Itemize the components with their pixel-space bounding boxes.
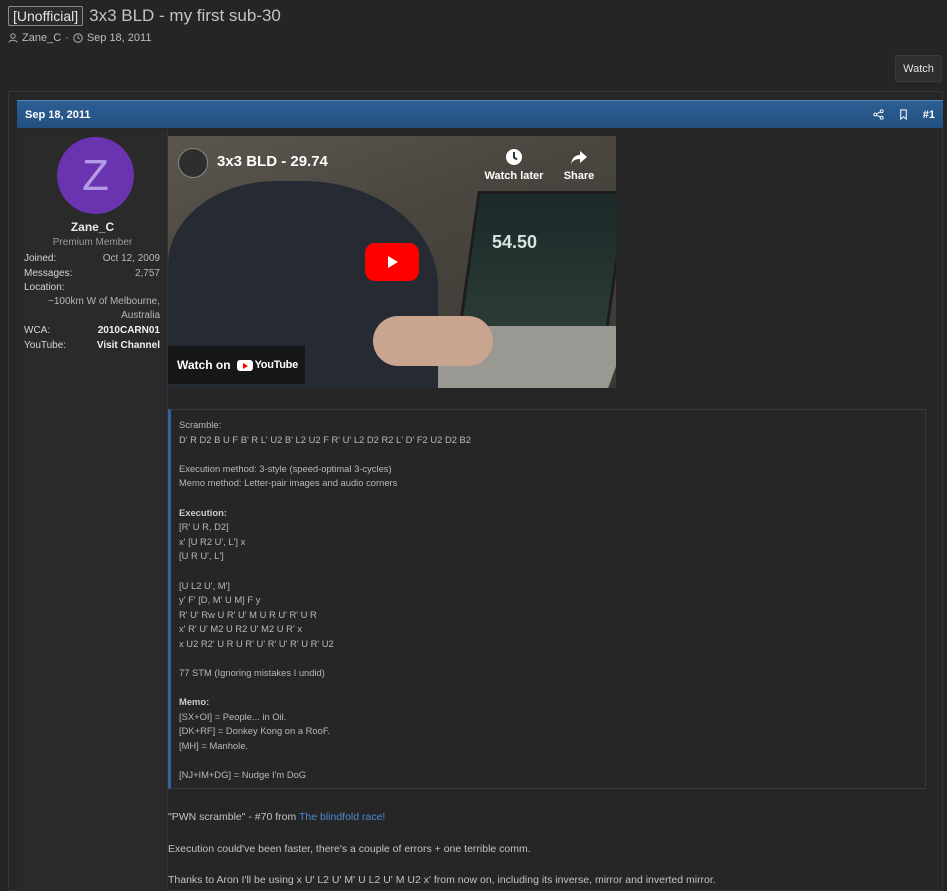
code-line: [MH] = Manhole. bbox=[179, 740, 249, 752]
video-title[interactable]: 3x3 BLD - 29.74 bbox=[217, 153, 328, 170]
code-line: x' [U R2 U', L'] x bbox=[179, 535, 246, 547]
bookmark-icon[interactable] bbox=[898, 109, 909, 120]
code-line: [U L2 U', M'] bbox=[179, 579, 230, 591]
code-line: [SX+OI] = People... in Oil. bbox=[179, 710, 287, 722]
location-line-2: Australia bbox=[121, 310, 160, 321]
user-icon bbox=[8, 33, 18, 43]
clock-icon bbox=[506, 149, 522, 165]
code-line: [R' U R, D2] bbox=[179, 521, 229, 533]
thread-title: 3x3 BLD - my first sub-30 bbox=[89, 6, 281, 25]
youtube-logo-icon: YouTube bbox=[236, 359, 299, 371]
play-icon bbox=[388, 256, 398, 268]
play-button[interactable] bbox=[365, 243, 419, 281]
watch-later-button[interactable]: Watch later bbox=[479, 148, 549, 182]
code-line: 77 STM (Ignoring mistakes I undid) bbox=[179, 667, 325, 679]
watch-button[interactable]: Watch bbox=[895, 55, 942, 82]
share-label: Share bbox=[563, 170, 595, 182]
watch-on-label: Watch on bbox=[177, 358, 231, 372]
stat-joined: Joined: Oct 12, 2009 bbox=[24, 253, 160, 264]
code-line: y' F' [D, M' U M] F y bbox=[179, 594, 261, 606]
share-arrow-icon bbox=[571, 151, 587, 164]
code-line: x' R' U' M2 U R2 U' M2 U R' x bbox=[179, 623, 303, 635]
share-video-button[interactable]: Share bbox=[544, 148, 614, 182]
thumbnail-laptop-screen bbox=[458, 191, 616, 331]
post-header: Sep 18, 2011 #1 bbox=[17, 100, 943, 128]
stat-wca: WCA: 2010CARN01 bbox=[24, 325, 160, 336]
code-line: [U R U', L'] bbox=[179, 550, 224, 562]
thread-meta: Zane_C · Sep 18, 2011 bbox=[8, 32, 151, 44]
username-link[interactable]: Zane_C bbox=[17, 220, 168, 234]
thumbnail-hands bbox=[373, 316, 493, 366]
stat-location: Location: bbox=[24, 282, 160, 293]
blindfold-race-link[interactable]: The blindfold race! bbox=[299, 811, 385, 823]
pwn-text: "PWN scramble" - #70 from bbox=[168, 811, 299, 823]
wca-id-value: 2010CARN01 bbox=[97, 325, 160, 336]
code-line: Memo method: Letter-pair images and audi… bbox=[179, 477, 398, 489]
thread-title-row: [Unofficial] 3x3 BLD - my first sub-30 bbox=[8, 6, 281, 26]
thumbnail-timer-readout: 54.50 bbox=[492, 232, 538, 252]
code-line: Scramble: bbox=[179, 419, 222, 430]
stat-youtube: YouTube: Visit Channel bbox=[24, 340, 160, 351]
watch-later-label: Watch later bbox=[484, 170, 544, 182]
stat-label: Messages: bbox=[24, 268, 73, 279]
body-paragraph-pwn: "PWN scramble" - #70 from The blindfold … bbox=[168, 811, 385, 823]
code-line: Memo: bbox=[179, 696, 210, 708]
youtube-embed[interactable]: 54.50 3x3 BLD - 29.74 Watch later Share … bbox=[168, 136, 616, 388]
stat-label: Location: bbox=[24, 282, 65, 293]
code-line: x U2 R2' U R U R' U' R' U' R' U R' U2 bbox=[179, 637, 334, 649]
location-line-1: ~100km W of Melbourne, bbox=[48, 296, 160, 307]
stat-label: YouTube: bbox=[24, 340, 67, 351]
stat-label: WCA: bbox=[24, 325, 51, 336]
clock-icon bbox=[73, 33, 83, 43]
stat-label: Joined: bbox=[24, 253, 57, 264]
code-line: [NJ+IM+DG] = Nudge I'm DoG bbox=[179, 769, 307, 781]
stat-messages: Messages: 2,757 bbox=[24, 268, 160, 279]
stat-value: Oct 12, 2009 bbox=[102, 253, 160, 264]
avatar[interactable]: Z bbox=[57, 137, 134, 214]
code-block: Scramble: D' R D2 B U F B' R L' U2 B' L2 … bbox=[168, 409, 926, 789]
thread-start-date[interactable]: Sep 18, 2011 bbox=[87, 32, 152, 44]
user-title: Premium Member bbox=[52, 237, 133, 248]
post-number-link[interactable]: #1 bbox=[923, 109, 935, 121]
code-line: D' R D2 B U F B' R L' U2 B' L2 U2 F R' U… bbox=[179, 433, 472, 445]
user-sidebar: Z Zane_C Premium Member Joined: Oct 12, … bbox=[17, 129, 168, 891]
post-actions: #1 bbox=[873, 109, 935, 121]
stat-value: 2,757 bbox=[134, 268, 160, 279]
thread-prefix-label[interactable]: [Unofficial] bbox=[8, 6, 84, 26]
code-line: [DK+RF] = Donkey Kong on a RooF. bbox=[179, 725, 331, 737]
code-line: R' U' Rw U R' U' M U R U' R' U R bbox=[179, 608, 317, 620]
youtube-channel-link[interactable]: Visit Channel bbox=[97, 340, 160, 351]
meta-separator: · bbox=[65, 32, 69, 44]
youtube-brand-text: YouTube bbox=[254, 359, 299, 371]
share-icon[interactable] bbox=[873, 109, 884, 120]
code-line: Execution: bbox=[179, 506, 227, 518]
body-paragraph-2: Thanks to Aron I'll be using x U' L2 U' … bbox=[168, 874, 716, 886]
code-line: Execution method: 3-style (speed-optimal… bbox=[179, 462, 392, 474]
thread-author-link[interactable]: Zane_C bbox=[22, 32, 61, 44]
body-paragraph-1: Execution could've been faster, there's … bbox=[168, 843, 531, 855]
watch-on-youtube-button[interactable]: Watch on YouTube bbox=[168, 346, 305, 384]
post-date[interactable]: Sep 18, 2011 bbox=[25, 109, 90, 121]
channel-avatar-icon[interactable] bbox=[178, 148, 208, 178]
